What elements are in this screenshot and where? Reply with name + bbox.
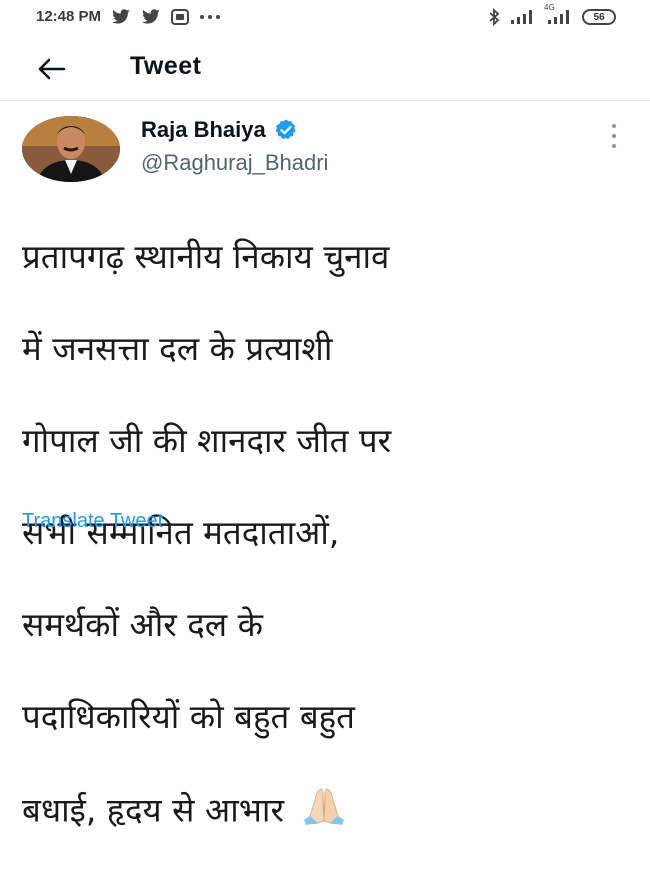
tweet-text: प्रतापगढ़ स्थानीय निकाय चुनाव में जनसत्त…	[22, 188, 622, 884]
tweet-line: गोपाल जी की शानदार जीत पर	[22, 421, 392, 460]
tweet-line: प्रतापगढ़ स्थानीय निकाय चुनाव	[22, 237, 390, 276]
tweet-line: समर्थकों और दल के	[22, 605, 263, 644]
tweet-line: में जनसत्ता दल के प्रत्याशी	[22, 329, 333, 368]
back-button[interactable]	[34, 52, 68, 86]
twitter-bird-icon	[111, 8, 131, 25]
dot	[612, 144, 616, 148]
vertical-dots-icon	[612, 124, 616, 128]
signal-icon	[510, 9, 534, 25]
bluetooth-icon	[488, 8, 500, 26]
tweet-line: पदाधिकारियों को बहुत बहुत	[22, 697, 355, 736]
network-label: 4G	[544, 3, 555, 12]
verified-badge-icon	[274, 118, 298, 142]
battery-indicator: 56	[582, 9, 616, 25]
status-bar: 12:48 PM 4G 56	[0, 0, 650, 38]
translate-tweet-link[interactable]: Translate Tweet	[22, 510, 163, 533]
avatar[interactable]	[22, 116, 120, 182]
twitter-bird-icon	[141, 8, 161, 25]
top-app-bar: Tweet	[0, 38, 650, 101]
app-notification-icon	[171, 8, 190, 25]
status-right: 4G 56	[488, 3, 616, 26]
tweet-line-text: बधाई, हृदय से आभार	[22, 790, 284, 830]
more-dots-icon	[199, 14, 221, 20]
more-options-button[interactable]	[604, 124, 624, 148]
author-handle[interactable]: @Raghuraj_Bhadri	[141, 150, 328, 176]
folded-hands-icon	[296, 786, 352, 838]
author-name[interactable]: Raja Bhaiya	[141, 117, 298, 143]
page-title: Tweet	[130, 52, 202, 80]
tweet-line-last: बधाई, हृदय से आभार	[22, 786, 622, 838]
4g-signal-icon: 4G	[544, 3, 572, 25]
status-left: 12:48 PM	[36, 8, 221, 25]
author-name-text: Raja Bhaiya	[141, 117, 266, 142]
status-time: 12:48 PM	[36, 8, 102, 25]
arrow-left-icon	[38, 58, 66, 80]
dot	[612, 134, 616, 138]
